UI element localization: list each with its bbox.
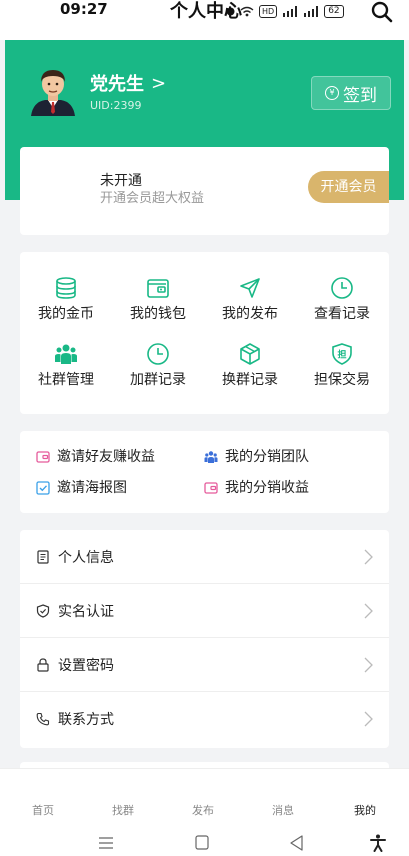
user-id: UID:2399 <box>90 99 142 112</box>
shield-guarantee-icon: 担 <box>332 343 352 365</box>
grid-item-join-history[interactable]: 加群记录 <box>112 342 204 389</box>
status-icons: HD 62 <box>226 5 344 18</box>
grid-item-view-history[interactable]: 查看记录 <box>296 276 388 323</box>
signal-icon-2 <box>304 6 319 17</box>
home-icon[interactable] <box>192 834 212 852</box>
grid-label: 担保交易 <box>314 372 370 388</box>
signal-icon <box>283 6 298 17</box>
grid-label: 我的金币 <box>38 306 94 322</box>
grid-label: 我的发布 <box>222 306 278 322</box>
wallet-pink-icon <box>36 451 50 463</box>
menu-item-personal-info[interactable]: 个人信息 <box>20 530 389 584</box>
search-icon[interactable] <box>371 1 393 23</box>
battery-icon: 62 <box>324 5 344 18</box>
distribution-earnings-link[interactable]: 我的分销收益 <box>204 479 309 497</box>
grid-item-publish[interactable]: 我的发布 <box>204 276 296 323</box>
chevron-right-icon <box>364 603 373 619</box>
coin-icon: ¥ <box>325 86 339 100</box>
avatar[interactable] <box>27 64 79 116</box>
coins-stack-icon <box>56 277 76 299</box>
back-icon[interactable] <box>287 834 307 852</box>
lock-icon <box>37 657 49 672</box>
phone-icon <box>36 712 50 726</box>
team-icon <box>204 451 218 463</box>
invite-poster-link[interactable]: 邀请海报图 <box>36 479 127 497</box>
grid-item-community[interactable]: 社群管理 <box>20 342 112 389</box>
vip-status: 未开通 <box>100 173 142 189</box>
open-vip-button[interactable]: 开通会员 <box>308 171 389 203</box>
user-name[interactable]: 党先生 <box>90 74 144 96</box>
checkin-button[interactable]: ¥ 签到 <box>311 76 391 110</box>
grid-label: 查看记录 <box>314 306 370 322</box>
shield-check-icon <box>36 603 50 618</box>
menu-label: 联系方式 <box>58 712 114 728</box>
tab-find-group[interactable]: 找群 <box>112 804 134 818</box>
distribution-links: 邀请好友赚收益 我的分销团队 邀请海报图 我的分销收益 <box>20 431 389 513</box>
grid-item-swap-history[interactable]: 换群记录 <box>204 342 296 389</box>
distribution-team-link[interactable]: 我的分销团队 <box>204 448 309 466</box>
menu-label: 个人信息 <box>58 549 114 566</box>
menu-label: 设置密码 <box>58 657 114 674</box>
status-bar: 09:27 个人中心 HD 62 <box>0 0 409 40</box>
link-label: 邀请海报图 <box>57 480 127 496</box>
settings-menu: 个人信息 实名认证 设置密码 联系方式 <box>20 530 389 748</box>
bottom-tab-bar: 首页 找群 发布 消息 我的 <box>0 768 409 824</box>
invite-friends-link[interactable]: 邀请好友赚收益 <box>36 448 155 466</box>
hd-badge: HD <box>259 5 278 18</box>
system-nav-bar <box>0 824 409 856</box>
tab-home[interactable]: 首页 <box>32 804 54 818</box>
wallet-pink-icon <box>204 482 218 494</box>
notification-dot-icon <box>226 7 235 16</box>
tab-messages[interactable]: 消息 <box>272 804 294 818</box>
wallet-icon <box>147 279 169 298</box>
accessibility-icon[interactable] <box>368 834 388 852</box>
paper-plane-icon <box>240 278 260 298</box>
grid-label: 加群记录 <box>130 372 186 388</box>
link-label: 我的分销团队 <box>225 449 309 465</box>
feature-grid: 我的金币 我的钱包 我的发布 查看记录 社群管理 加群记录 换群记录 担 担保交… <box>20 252 389 414</box>
vip-subtitle: 开通会员超大权益 <box>100 191 205 206</box>
grid-label: 换群记录 <box>222 372 278 388</box>
group-people-icon <box>55 344 77 364</box>
grid-label: 我的钱包 <box>130 306 186 322</box>
clock-icon <box>331 277 353 299</box>
vip-card: 未开通 开通会员超大权益 开通会员 <box>20 147 389 235</box>
checkin-label: 签到 <box>343 85 377 106</box>
grid-label: 社群管理 <box>38 372 94 388</box>
grid-item-coins[interactable]: 我的金币 <box>20 276 112 323</box>
wifi-icon <box>240 6 254 17</box>
link-label: 邀请好友赚收益 <box>57 449 155 465</box>
menu-item-set-password[interactable]: 设置密码 <box>20 638 389 692</box>
grid-item-wallet[interactable]: 我的钱包 <box>112 276 204 323</box>
menu-item-real-name[interactable]: 实名认证 <box>20 584 389 638</box>
checkbox-icon <box>36 481 50 495</box>
status-time: 09:27 <box>60 0 108 18</box>
cube-icon <box>240 343 260 365</box>
menu-label: 实名认证 <box>58 603 114 620</box>
grid-item-guarantee[interactable]: 担 担保交易 <box>296 342 388 389</box>
chevron-right-icon <box>364 657 373 673</box>
menu-icon[interactable] <box>96 834 116 852</box>
menu-item-contact[interactable]: 联系方式 <box>20 692 389 746</box>
tab-mine[interactable]: 我的 <box>354 804 376 818</box>
clock-icon <box>147 343 169 365</box>
svg-text:担: 担 <box>337 349 346 361</box>
tab-publish[interactable]: 发布 <box>192 804 214 818</box>
chevron-right-icon <box>364 711 373 727</box>
link-label: 我的分销收益 <box>225 480 309 496</box>
chevron-right-icon <box>364 549 373 565</box>
document-icon <box>37 549 49 564</box>
profile-chevron-icon[interactable]: > <box>151 73 166 95</box>
